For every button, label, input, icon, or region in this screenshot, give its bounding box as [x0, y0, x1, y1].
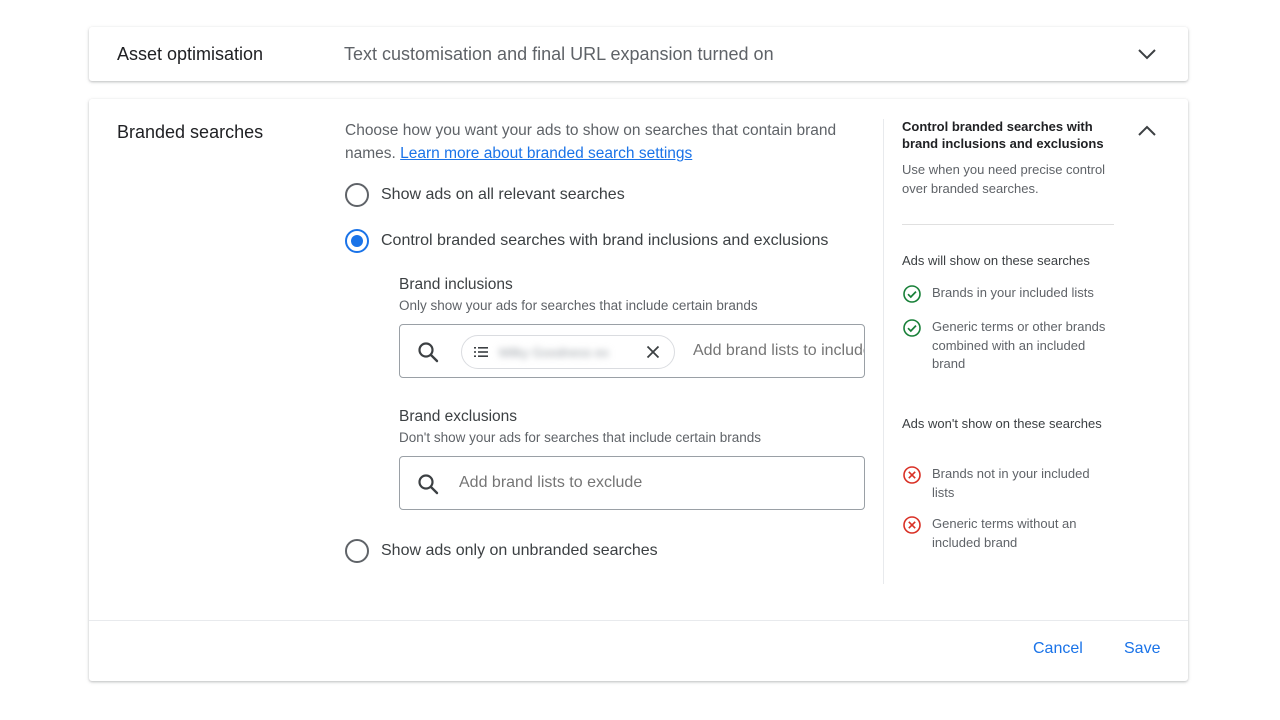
radio-unbranded-searches[interactable]: Show ads only on unbranded searches — [345, 539, 658, 563]
check-circle-icon — [903, 285, 921, 303]
asset-optimisation-panel[interactable]: Asset optimisation Text customisation an… — [89, 27, 1188, 81]
list-icon — [474, 347, 488, 357]
brand-exclusions-field[interactable] — [399, 456, 865, 510]
learn-more-link[interactable]: Learn more about branded search settings — [400, 145, 692, 162]
brand-exclusions-help: Don't show your ads for searches that in… — [399, 430, 762, 445]
radio-label: Control branded searches with brand incl… — [381, 232, 829, 249]
will-show-item: Generic terms or other brands combined w… — [902, 318, 1114, 374]
cancel-circle-icon — [903, 516, 921, 534]
will-show-item: Brands in your included lists — [902, 284, 1114, 304]
branded-searches-title: Branded searches — [117, 122, 264, 142]
radio-button[interactable] — [345, 183, 369, 207]
side-panel-subtitle: Use when you need precise control over b… — [902, 162, 1106, 196]
chevron-down-icon[interactable] — [1133, 40, 1161, 68]
brand-exclusions-label: Brand exclusions — [399, 408, 518, 425]
search-icon — [418, 342, 439, 363]
radio-label: Show ads on all relevant searches — [381, 186, 625, 203]
close-icon[interactable] — [643, 342, 663, 362]
will-show-heading: Ads will show on these searches — [902, 253, 1090, 268]
brand-list-chip-label: Milky Goodness ex — [499, 344, 609, 360]
search-icon — [418, 474, 439, 495]
cancel-circle-icon — [903, 466, 921, 484]
side-panel-divider — [883, 119, 884, 584]
branded-searches-panel: Branded searches Choose how you want you… — [89, 99, 1188, 681]
brand-list-chip[interactable]: Milky Goodness ex — [461, 335, 675, 369]
side-panel-title: Control branded searches with brand incl… — [902, 119, 1104, 151]
side-panel-separator — [902, 224, 1114, 225]
chevron-up-icon[interactable] — [1133, 117, 1161, 145]
radio-all-relevant-searches[interactable]: Show ads on all relevant searches — [345, 183, 625, 207]
cancel-button[interactable]: Cancel — [1033, 640, 1083, 658]
asset-optimisation-summary: Text customisation and final URL expansi… — [344, 44, 774, 64]
save-button[interactable]: Save — [1124, 640, 1160, 658]
check-circle-icon — [903, 319, 921, 337]
brand-inclusions-label: Brand inclusions — [399, 276, 513, 293]
radio-control-branded-searches[interactable]: Control branded searches with brand incl… — [345, 229, 828, 253]
radio-button[interactable] — [345, 539, 369, 563]
brand-inclusions-help: Only show your ads for searches that inc… — [399, 298, 758, 313]
brand-exclusions-input[interactable] — [459, 474, 839, 492]
branded-searches-description: Choose how you want your ads to show on … — [345, 122, 837, 162]
wont-show-item: Brands not in your included lists — [902, 465, 1114, 502]
brand-inclusions-field[interactable]: Milky Goodness ex — [399, 324, 865, 378]
radio-button-selected[interactable] — [345, 229, 369, 253]
radio-label: Show ads only on unbranded searches — [381, 542, 658, 559]
wont-show-item: Generic terms without an included brand — [902, 515, 1114, 552]
footer-divider — [89, 620, 1188, 621]
wont-show-heading: Ads won't show on these searches — [902, 416, 1102, 431]
brand-inclusions-input[interactable] — [693, 342, 864, 360]
asset-optimisation-title: Asset optimisation — [117, 44, 264, 64]
